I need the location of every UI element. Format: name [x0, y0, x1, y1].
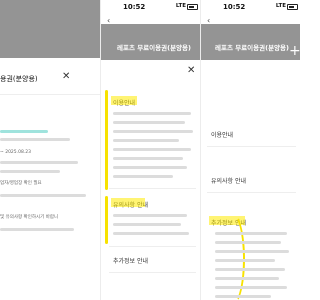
- battery-icon: [187, 4, 198, 10]
- divider: [109, 188, 196, 189]
- section-title-extra[interactable]: 추가정보 안내: [113, 256, 148, 265]
- text-line: [215, 250, 289, 253]
- text-line: [215, 268, 285, 271]
- text-line: [0, 170, 60, 173]
- highlight-mark: [111, 96, 137, 105]
- text-line: [215, 295, 271, 298]
- sheet-title: 용권(분양용): [0, 75, 38, 83]
- section-title-notice[interactable]: 유의사항 안내: [211, 176, 246, 185]
- panel-2: 10:52 LTE ‹ 레포츠 무료이용권(분양용) ✕ 이용안내: [100, 0, 200, 300]
- text-line: [215, 277, 279, 280]
- text-line: [0, 194, 86, 197]
- close-icon[interactable]: ✕: [187, 66, 195, 76]
- network-label: LTE: [275, 3, 286, 9]
- text-line: [0, 138, 70, 141]
- text-line: [0, 228, 74, 231]
- highlight-mark: [111, 198, 145, 207]
- divider: [207, 192, 296, 193]
- panel-3: 10:52 LTE ‹ 레포츠 무료이용권(분양용) + 이용안내 유의사항 안…: [200, 0, 300, 300]
- highlight-bracket: [105, 196, 108, 244]
- text-line: [215, 241, 281, 244]
- status-time: 10:52: [123, 3, 146, 11]
- highlight-bracket: [105, 90, 108, 190]
- text-line: [113, 112, 191, 115]
- text-line: [215, 259, 275, 262]
- background-title: 레포츠 무료이용권(분양용): [117, 44, 191, 52]
- text-line: [113, 148, 191, 151]
- text-line: [113, 157, 183, 160]
- text-line: [113, 130, 193, 133]
- text-line: [113, 139, 179, 142]
- divider: [109, 272, 196, 273]
- text-line: [113, 166, 187, 169]
- status-time: 10:52: [223, 3, 246, 11]
- status-bar: 10:52 LTE: [201, 0, 300, 14]
- text-line: [113, 214, 187, 217]
- bottom-sheet: 이용안내 유의사항 안내 추가정보 안내: [201, 60, 300, 300]
- background-title: 레포츠 무료이용권(분양용): [215, 44, 289, 52]
- close-icon[interactable]: ✕: [62, 72, 70, 82]
- text-line: [113, 121, 185, 124]
- panel-1: 용권(분양용) ✕ ~ 2025.08.23 업자/영업장 확인 필요 및 유의…: [0, 0, 100, 300]
- divider: [207, 146, 296, 147]
- plus-icon[interactable]: +: [289, 44, 300, 58]
- screenshot-collage: 용권(분양용) ✕ ~ 2025.08.23 업자/영업장 확인 필요 및 유의…: [0, 0, 300, 300]
- bottom-sheet: ✕ 이용안내 유의사항 안내: [101, 60, 200, 300]
- bottom-sheet: 용권(분양용) ✕ ~ 2025.08.23 업자/영업장 확인 필요 및 유의…: [0, 58, 100, 300]
- text-line: [215, 286, 287, 289]
- section-title-usage[interactable]: 이용안내: [211, 130, 233, 139]
- dimmed-background: [0, 0, 100, 58]
- text-line: [113, 175, 173, 178]
- text-line: [0, 161, 78, 164]
- date-range: ~ 2025.08.23: [0, 150, 31, 155]
- network-label: LTE: [175, 3, 186, 9]
- text-line: [113, 223, 181, 226]
- text-line: [113, 232, 189, 235]
- battery-icon: [287, 4, 298, 10]
- text-line: [215, 232, 287, 235]
- highlight-line: [0, 130, 48, 133]
- notice-bottom-text: 및 유의사항 확인하시기 바랍니: [0, 215, 59, 220]
- divider: [0, 94, 100, 95]
- business-check-note: 업자/영업장 확인 필요: [0, 181, 42, 186]
- status-bar: 10:52 LTE: [101, 0, 200, 14]
- divider: [109, 246, 196, 247]
